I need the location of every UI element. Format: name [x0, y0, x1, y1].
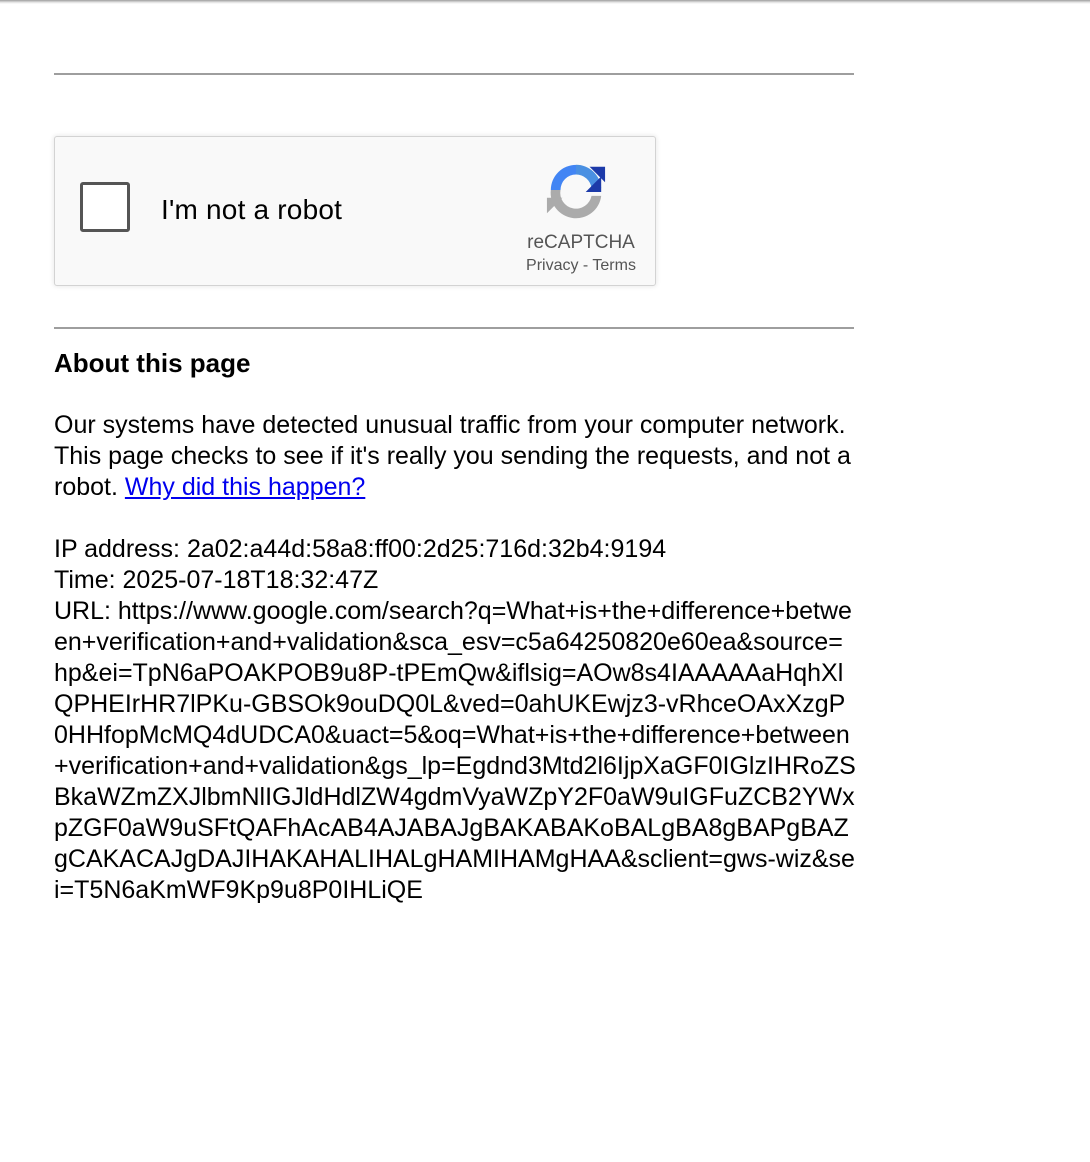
time-stamp: Time: 2025-07-18T18:32:47Z: [54, 566, 379, 594]
recaptcha-logo-icon: [546, 164, 606, 219]
recaptcha-checkbox[interactable]: [80, 182, 130, 232]
recaptcha-checkbox-label[interactable]: I'm not a robot: [161, 194, 342, 226]
links-separator: -: [582, 257, 589, 274]
request-url: URL: https://www.google.com/search?q=Wha…: [54, 597, 856, 904]
recaptcha-links: Privacy - Terms: [501, 257, 661, 275]
recaptcha-brand: reCAPTCHA: [527, 232, 635, 253]
privacy-link[interactable]: Privacy: [526, 257, 578, 274]
top-divider: [54, 73, 854, 75]
recaptcha-widget: I'm not a robot reCAPTCHA Privacy - Term…: [54, 136, 656, 286]
why-did-this-happen-link[interactable]: Why did this happen?: [125, 473, 365, 501]
request-details: IP address: 2a02:a44d:58a8:ff00:2d25:716…: [54, 534, 856, 906]
about-message: Our systems have detected unusual traffi…: [54, 410, 856, 503]
middle-divider: [54, 327, 854, 329]
about-heading: About this page: [54, 348, 251, 378]
top-shadow: [0, 0, 1090, 4]
terms-link[interactable]: Terms: [592, 257, 636, 274]
ip-address: IP address: 2a02:a44d:58a8:ff00:2d25:716…: [54, 535, 667, 563]
